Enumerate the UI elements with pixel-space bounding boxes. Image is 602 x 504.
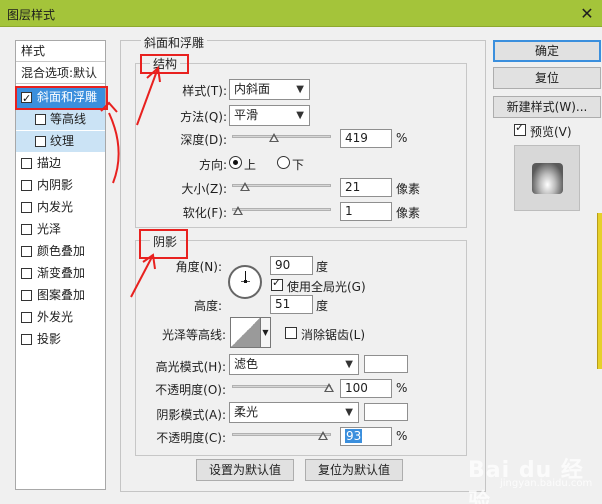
watermark-url: jingyan.baidu.com: [500, 478, 593, 489]
annotation-arrows: [100, 65, 161, 298]
